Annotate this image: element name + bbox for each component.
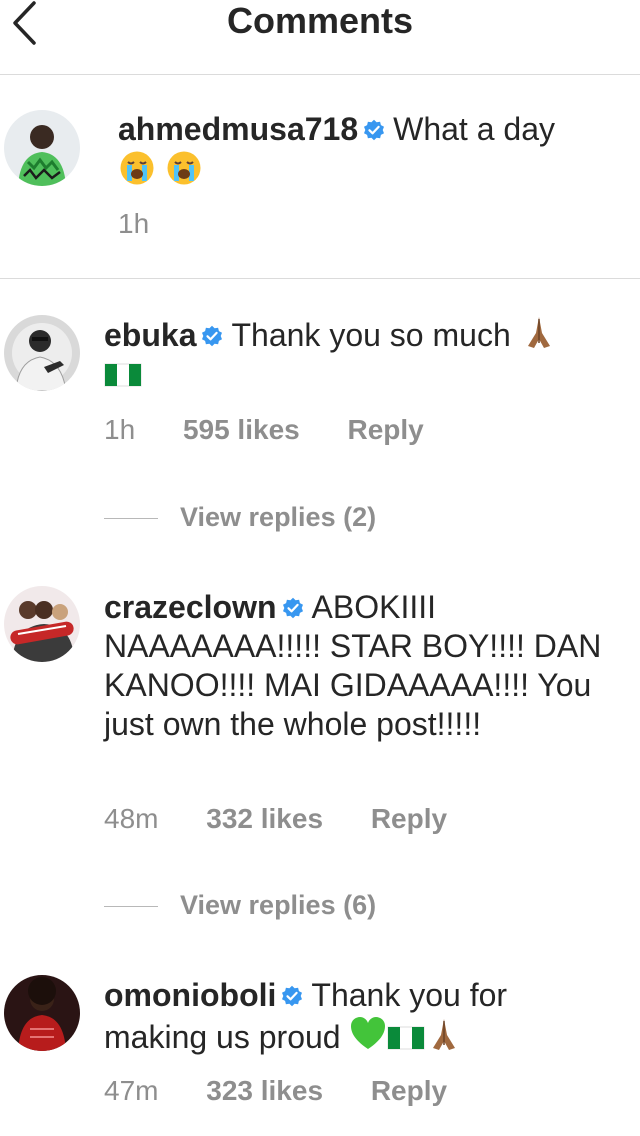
view-replies-button[interactable]: View replies (2) bbox=[104, 501, 376, 533]
verified-badge-icon bbox=[281, 985, 303, 1007]
reply-button[interactable]: Reply bbox=[371, 803, 447, 834]
verified-badge-icon bbox=[201, 325, 223, 347]
avatar[interactable] bbox=[4, 315, 80, 391]
view-replies-label: View replies (2) bbox=[180, 502, 377, 532]
timestamp: 47m bbox=[104, 1075, 159, 1106]
comment-meta: 47m 323 likes Reply bbox=[104, 1075, 487, 1107]
verified-badge-icon bbox=[282, 597, 304, 619]
reply-button[interactable]: Reply bbox=[371, 1075, 447, 1106]
comment-text: Thank you so much bbox=[231, 317, 511, 353]
likes-count[interactable]: 595 likes bbox=[183, 414, 300, 445]
post-caption: ahmedmusa718 What a day 1h bbox=[0, 75, 640, 279]
comment-meta: 48m 332 likes Reply bbox=[104, 803, 487, 835]
avatar[interactable] bbox=[4, 110, 80, 186]
view-replies-label: View replies (6) bbox=[180, 890, 377, 920]
divider-line bbox=[104, 906, 158, 908]
loudly-crying-face-icon bbox=[165, 149, 203, 187]
timestamp: 48m bbox=[104, 803, 159, 834]
header-bar: Comments bbox=[0, 0, 640, 75]
likes-count[interactable]: 332 likes bbox=[206, 803, 323, 834]
likes-count[interactable]: 323 likes bbox=[206, 1075, 323, 1106]
comment-item: crazeclown ABOKIIII NAAAAAAA!!!!! STAR BO… bbox=[0, 550, 640, 938]
caption-text: What a day bbox=[393, 111, 555, 147]
verified-badge-icon bbox=[363, 119, 385, 141]
comment-item: ebuka Thank you so much 1h 595 likes Repl… bbox=[0, 279, 640, 549]
page-title: Comments bbox=[226, 0, 414, 41]
username[interactable]: ebuka bbox=[104, 317, 196, 353]
caption-meta: 1h bbox=[118, 208, 189, 240]
reply-button[interactable]: Reply bbox=[348, 414, 424, 445]
username[interactable]: omonioboli bbox=[104, 977, 276, 1013]
timestamp: 1h bbox=[118, 208, 150, 239]
timestamp: 1h bbox=[104, 414, 136, 445]
comment-meta: 1h 595 likes Reply bbox=[104, 414, 464, 446]
loudly-crying-face-icon bbox=[118, 149, 156, 187]
avatar[interactable] bbox=[4, 975, 80, 1051]
green-heart-icon bbox=[349, 1015, 387, 1053]
folded-hands-icon bbox=[520, 313, 558, 351]
folded-hands-icon bbox=[425, 1015, 463, 1053]
username[interactable]: crazeclown bbox=[104, 589, 277, 625]
comment-item: omonioboli Thank you for making us proud … bbox=[0, 939, 640, 1136]
username[interactable]: ahmedmusa718 bbox=[118, 111, 358, 147]
avatar[interactable] bbox=[4, 586, 80, 662]
divider-line bbox=[104, 518, 158, 520]
view-replies-button[interactable]: View replies (6) bbox=[104, 889, 376, 921]
nigeria-flag-icon bbox=[104, 360, 142, 390]
nigeria-flag-icon bbox=[387, 1023, 425, 1053]
